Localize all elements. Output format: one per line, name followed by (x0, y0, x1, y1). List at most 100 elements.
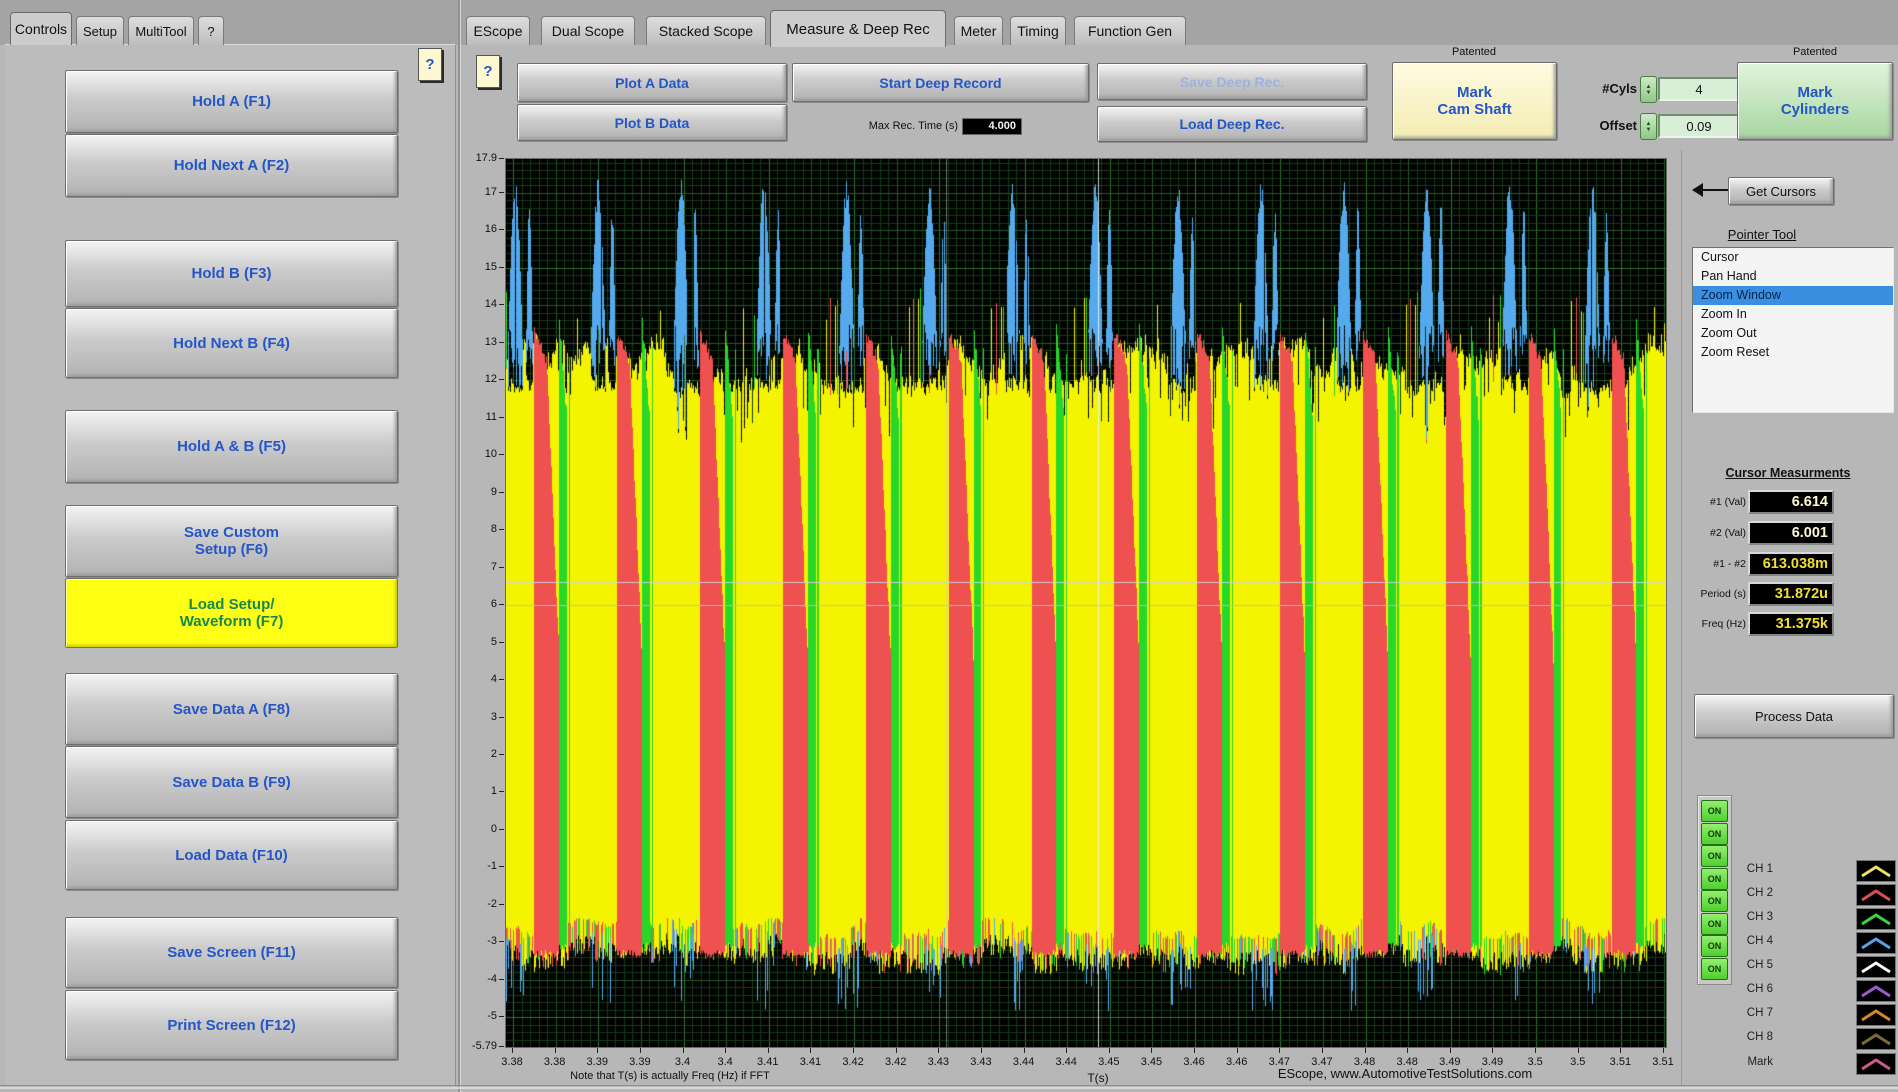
button-save-custom-setup-f6[interactable]: Save Custom Setup (F6) (65, 505, 398, 577)
channel-color-ch-8[interactable] (1856, 1028, 1896, 1050)
channel-on-toggle-2[interactable]: ON (1701, 823, 1728, 845)
x-tick-label: 3.44 (1004, 1056, 1044, 1068)
measure-value-0: 6.614 (1748, 490, 1834, 514)
channel-on-toggle-8[interactable]: ON (1701, 958, 1728, 980)
button-save-data-a-f8[interactable]: Save Data A (F8) (65, 673, 398, 745)
button-load-data-f10[interactable]: Load Data (F10) (65, 820, 398, 890)
waveform-plot-area[interactable] (505, 158, 1667, 1048)
x-tick-label: 3.4 (663, 1056, 703, 1068)
max-rec-time-field[interactable]: 4.000 (962, 118, 1022, 135)
button-save-data-b-f9[interactable]: Save Data B (F9) (65, 746, 398, 818)
max-rec-time-label: Max Rec. Time (s) (858, 120, 958, 132)
pointer-tool-list[interactable]: CursorPan HandZoom WindowZoom InZoom Out… (1692, 247, 1894, 413)
pointer-item-zoom-window[interactable]: Zoom Window (1693, 286, 1893, 305)
pointer-item-pan-hand[interactable]: Pan Hand (1693, 267, 1893, 286)
y-tick-mark (499, 866, 504, 867)
x-tick-mark (512, 1048, 513, 1053)
button-hold-next-b-f4[interactable]: Hold Next B (F4) (65, 308, 398, 378)
y-tick-label: 6 (463, 598, 497, 610)
spinner-down-icon[interactable]: ▼ (1646, 90, 1652, 96)
tab-controls[interactable]: Controls (10, 12, 72, 45)
tab-strip-background (0, 0, 1898, 45)
y-tick-label: 5 (463, 636, 497, 648)
channel-on-toggle-5[interactable]: ON (1701, 890, 1728, 912)
channel-on-toggle-6[interactable]: ON (1701, 913, 1728, 935)
channel-color-ch-4[interactable] (1856, 932, 1896, 954)
tab-setup[interactable]: Setup (76, 16, 124, 45)
channel-label-ch-3: CH 3 (1725, 911, 1773, 923)
pointer-item-zoom-reset[interactable]: Zoom Reset (1693, 343, 1893, 362)
tab-measure-deep-rec[interactable]: Measure & Deep Rec (770, 10, 946, 47)
channel-on-toggle-1[interactable]: ON (1701, 800, 1728, 822)
channel-color-ch-3[interactable] (1856, 908, 1896, 930)
channel-color-mark[interactable] (1856, 1053, 1896, 1075)
button-save-screen-f11[interactable]: Save Screen (F11) (65, 917, 398, 988)
x-tick-mark (1620, 1048, 1621, 1053)
x-tick-mark (1578, 1048, 1579, 1053)
cyls-value-field[interactable]: 4 (1658, 77, 1740, 101)
pointer-item-zoom-out[interactable]: Zoom Out (1693, 324, 1893, 343)
button-print-screen-f12[interactable]: Print Screen (F12) (65, 990, 398, 1060)
tab-multitool[interactable]: MultiTool (128, 16, 194, 45)
x-tick-mark (1407, 1048, 1408, 1053)
button-hold-a-f1[interactable]: Hold A (F1) (65, 70, 398, 133)
help-button-right[interactable]: ? (476, 55, 500, 88)
tab-timing[interactable]: Timing (1010, 16, 1066, 45)
y-tick-mark (499, 417, 504, 418)
channel-color-ch-7[interactable] (1856, 1004, 1896, 1026)
button-hold-next-a-f2[interactable]: Hold Next A (F2) (65, 134, 398, 197)
channel-color-ch-1[interactable] (1856, 860, 1896, 882)
tab-dual-scope[interactable]: Dual Scope (541, 16, 635, 45)
mark-cylinders-button[interactable]: Mark Cylinders (1737, 62, 1893, 140)
button-load-setup-waveform-f7[interactable]: Load Setup/ Waveform (F7) (65, 578, 398, 648)
y-tick-mark (499, 158, 504, 159)
y-tick-mark (499, 979, 504, 980)
plot-a-data-button[interactable]: Plot A Data (517, 63, 787, 102)
button-hold-b-f3[interactable]: Hold B (F3) (65, 240, 398, 307)
x-tick-label: 3.46 (1217, 1056, 1257, 1068)
tab-meter[interactable]: Meter (954, 16, 1003, 45)
x-tick-label: 3.47 (1259, 1056, 1299, 1068)
y-tick-label: 8 (463, 523, 497, 535)
cyls-spinner[interactable]: ▲▼ (1640, 76, 1657, 103)
x-tick-label: 3.47 (1302, 1056, 1342, 1068)
channel-on-toggle-4[interactable]: ON (1701, 868, 1728, 890)
channel-label-ch-6: CH 6 (1725, 983, 1773, 995)
pointer-item-zoom-in[interactable]: Zoom In (1693, 305, 1893, 324)
tab-escope[interactable]: EScope (466, 16, 530, 45)
fft-note: Note that T(s) is actually Freq (Hz) if … (540, 1070, 800, 1082)
channel-on-toggle-7[interactable]: ON (1701, 935, 1728, 957)
tab--[interactable]: ? (198, 16, 224, 45)
process-data-button[interactable]: Process Data (1694, 694, 1894, 738)
y-tick-label: -4 (463, 973, 497, 985)
help-button-left[interactable]: ? (418, 48, 442, 81)
x-tick-label: 3.42 (876, 1056, 916, 1068)
x-tick-label: 3.43 (918, 1056, 958, 1068)
load-deep-rec-button[interactable]: Load Deep Rec. (1097, 106, 1367, 142)
y-tick-label: 17.9 (463, 152, 497, 164)
tab-function-gen[interactable]: Function Gen (1074, 16, 1186, 45)
button-hold-a-b-f5[interactable]: Hold A & B (F5) (65, 410, 398, 483)
y-tick-mark (499, 679, 504, 680)
y-tick-label: -2 (463, 898, 497, 910)
y-tick-mark (499, 492, 504, 493)
offset-value-field[interactable]: 0.09 (1658, 114, 1740, 138)
x-tick-mark (981, 1048, 982, 1053)
pointer-item-cursor[interactable]: Cursor (1693, 248, 1893, 267)
save-deep-rec-button[interactable]: Save Deep Rec. (1097, 63, 1367, 100)
channel-color-ch-5[interactable] (1856, 956, 1896, 978)
x-tick-mark (725, 1048, 726, 1053)
get-cursors-button[interactable]: Get Cursors (1728, 177, 1834, 205)
start-deep-record-button[interactable]: Start Deep Record (792, 63, 1089, 102)
tab-stacked-scope[interactable]: Stacked Scope (646, 16, 766, 45)
plot-b-data-button[interactable]: Plot B Data (517, 104, 787, 141)
channel-on-toggle-3[interactable]: ON (1701, 845, 1728, 867)
y-tick-label: 7 (463, 561, 497, 573)
spinner-down-icon[interactable]: ▼ (1646, 127, 1652, 133)
channel-color-ch-6[interactable] (1856, 980, 1896, 1002)
channel-label-ch-5: CH 5 (1725, 959, 1773, 971)
mark-cam-shaft-button[interactable]: Mark Cam Shaft (1392, 62, 1557, 140)
channel-color-ch-2[interactable] (1856, 884, 1896, 906)
chevron-icon (1859, 935, 1893, 951)
offset-spinner[interactable]: ▲▼ (1640, 113, 1657, 140)
